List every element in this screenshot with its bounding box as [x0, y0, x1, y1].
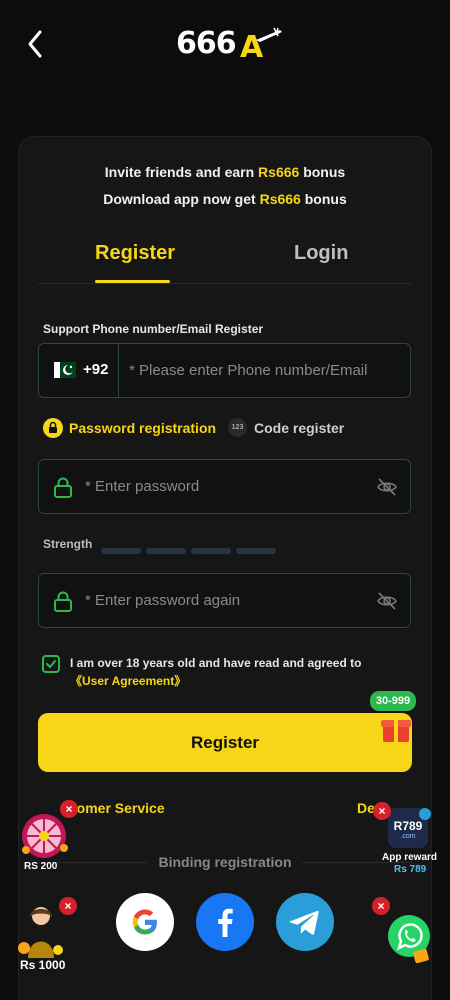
lock-badge-icon: [43, 418, 63, 438]
top-bar: 666 A: [0, 0, 450, 90]
girl-reward-label: Rs 1000: [20, 958, 66, 972]
password-registration-option[interactable]: Password registration: [43, 416, 217, 442]
agreement-text: I am over 18 years old and have read and…: [70, 656, 362, 688]
wheel-icon: [22, 814, 68, 858]
invite-line-2: Download app now get Rs666 bonus: [103, 191, 347, 207]
tab-register[interactable]: Register: [95, 242, 175, 265]
tab-login[interactable]: Login: [294, 242, 348, 265]
code-register-label: Code register: [254, 420, 345, 436]
app-reward-float[interactable]: R789 .com App reward Rs 789: [380, 808, 438, 878]
country-code: +92: [83, 361, 109, 378]
logo-letter: A: [240, 30, 264, 65]
close-icon[interactable]: ×: [372, 897, 390, 915]
password-again-input[interactable]: [85, 574, 365, 627]
wheel-reward-label: RS 200: [24, 861, 58, 872]
facebook-login-button[interactable]: [196, 893, 254, 951]
whatsapp-float[interactable]: [386, 910, 432, 966]
check-icon: [46, 660, 56, 669]
country-code-selector[interactable]: +92: [39, 344, 119, 397]
agree-checkbox[interactable]: [42, 655, 60, 673]
code-register-option[interactable]: 123 Code register: [228, 416, 348, 442]
strength-meter: [101, 541, 281, 559]
support-label: Support Phone number/Email Register: [43, 322, 264, 336]
lucky-wheel-float[interactable]: RS 200: [14, 812, 74, 874]
app-reward-label: App reward: [382, 852, 438, 863]
whatsapp-icon: [388, 915, 430, 964]
promo-badge: 30-999: [370, 691, 416, 711]
strength-bar: [146, 548, 186, 554]
strength-bar: [236, 548, 276, 554]
download-badge-icon: [419, 808, 431, 820]
password-again-field: [38, 573, 411, 628]
google-login-button[interactable]: [116, 893, 174, 951]
telegram-icon: [289, 910, 319, 935]
lock-icon: [54, 477, 72, 498]
telegram-login-button[interactable]: [276, 893, 334, 951]
app-reward-amount: Rs 789: [394, 864, 427, 875]
eye-off-icon[interactable]: [376, 476, 398, 498]
strength-bar: [191, 548, 231, 554]
register-button[interactable]: Register: [38, 713, 412, 772]
close-icon[interactable]: ×: [60, 800, 78, 818]
phone-field: +92: [38, 343, 411, 398]
gift-icon[interactable]: [380, 712, 412, 744]
auth-tabs: Register Login: [38, 236, 412, 284]
phone-email-input[interactable]: [129, 344, 404, 397]
pakistan-flag-icon: [54, 362, 76, 378]
google-icon: [132, 909, 157, 935]
facebook-icon: [218, 908, 233, 937]
customer-service-link[interactable]: tomer Service: [72, 800, 165, 816]
download-link[interactable]: De: [357, 800, 375, 816]
code-icon: 123: [228, 418, 247, 437]
password-registration-label: Password registration: [69, 420, 217, 436]
invite-line-1: Invite friends and earn Rs666 bonus: [104, 164, 346, 180]
password-field: [38, 459, 411, 514]
close-icon[interactable]: ×: [59, 897, 77, 915]
back-arrow-icon[interactable]: [22, 28, 50, 60]
active-tab-indicator: [95, 280, 170, 283]
eye-off-icon[interactable]: [376, 590, 398, 612]
strength-bar: [101, 548, 141, 554]
brand-logo: 666 A: [176, 26, 286, 66]
promo-girl-icon: [18, 907, 63, 958]
user-agreement-link[interactable]: 《User Agreement》: [70, 674, 186, 688]
strength-label: Strength: [43, 537, 93, 551]
logo-text: 666: [176, 26, 237, 61]
password-input[interactable]: [85, 460, 365, 513]
close-icon[interactable]: ×: [373, 802, 391, 820]
lock-icon: [54, 591, 72, 612]
